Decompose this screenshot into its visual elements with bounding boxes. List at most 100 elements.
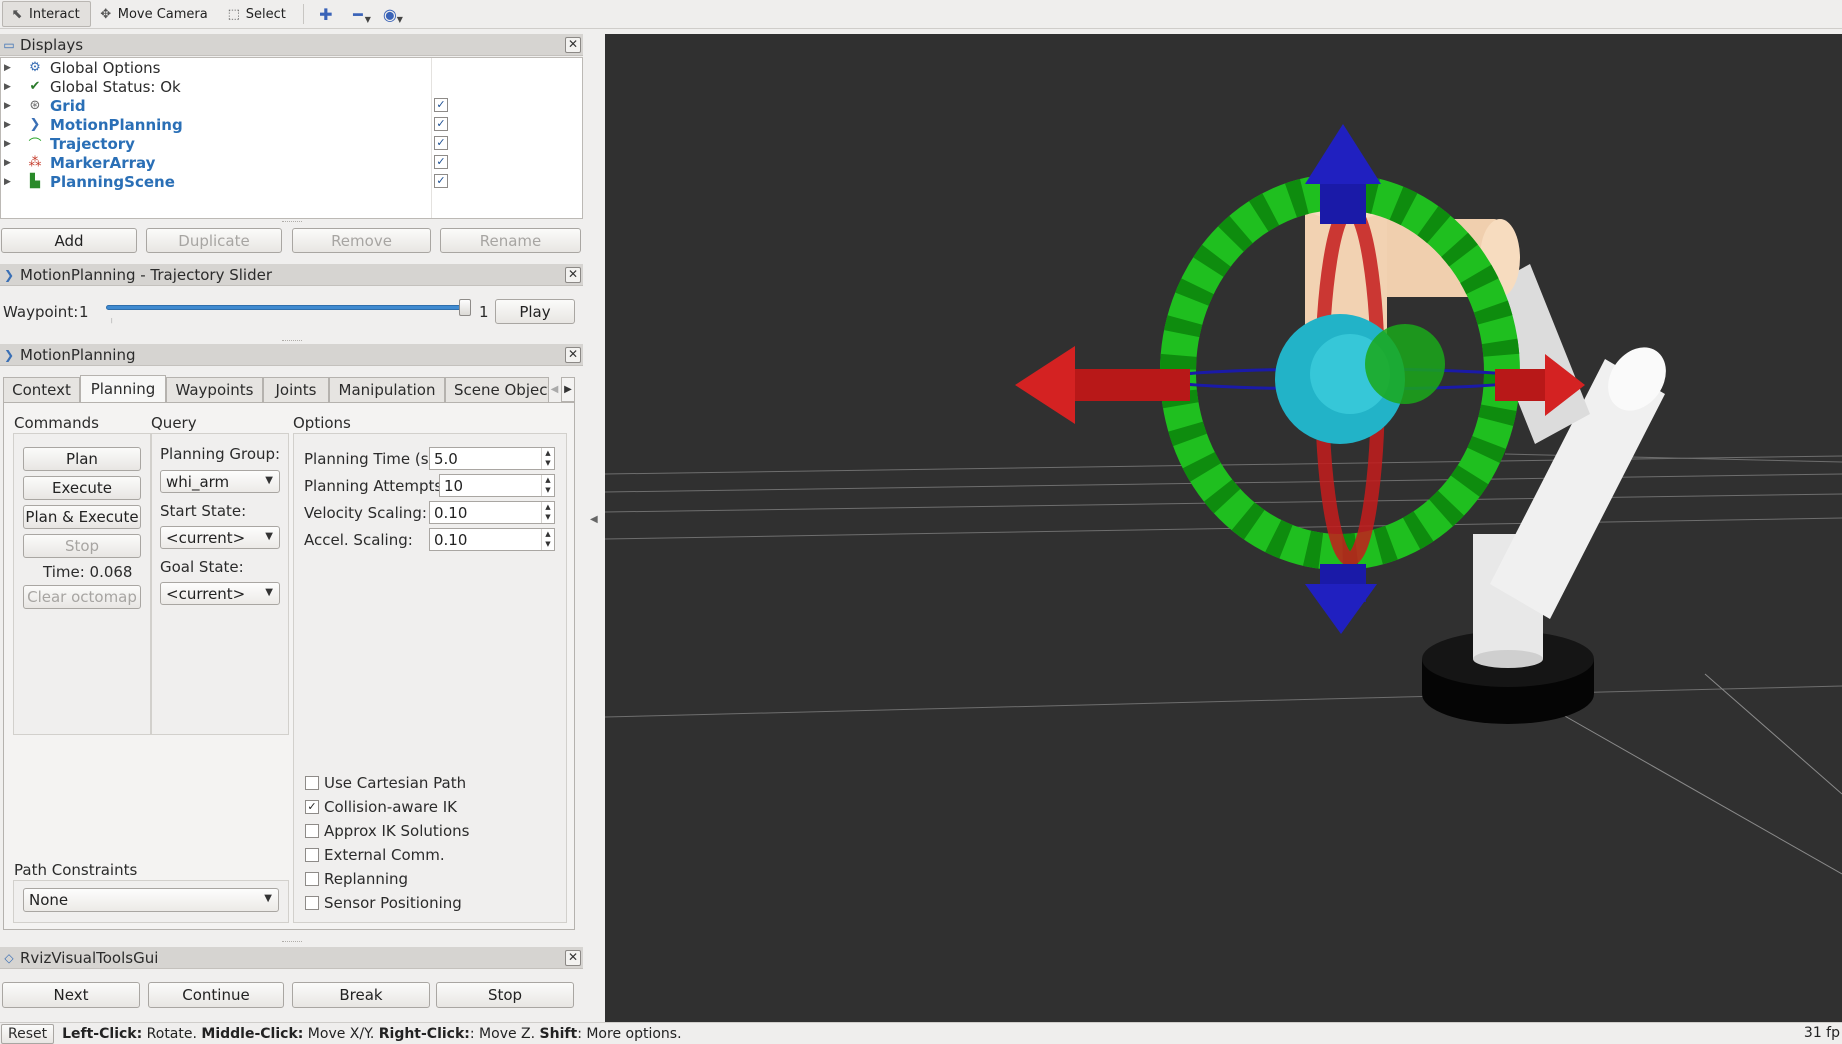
motion-planning-icon: ❯	[3, 347, 15, 362]
3d-viewport[interactable]	[605, 34, 1842, 1022]
interact-tool-button[interactable]: ⬉ Interact	[2, 1, 91, 27]
replanning-checkbox[interactable]	[305, 872, 319, 886]
scene-render	[605, 124, 1842, 875]
remove-display-button[interactable]: Remove	[292, 228, 431, 253]
options-group-label: Options	[293, 414, 351, 432]
chevron-down-icon: ▼	[364, 15, 371, 24]
tab-waypoints[interactable]: Waypoints	[166, 377, 263, 402]
collision-aware-ik-checkbox[interactable]: ✓	[305, 800, 319, 814]
collapse-left-icon[interactable]: ◀	[590, 514, 598, 525]
tab-scroll-right-icon[interactable]: ▶	[561, 377, 575, 402]
spin-arrows-icon[interactable]: ▲ ▼	[541, 475, 554, 496]
start-state-label: Start State:	[160, 502, 247, 520]
plan-button[interactable]: Plan	[23, 447, 141, 471]
clear-octomap-button[interactable]: Clear octomap	[23, 585, 141, 609]
stop-planning-button[interactable]: Stop	[23, 534, 141, 558]
commands-group-label: Commands	[14, 414, 99, 432]
approx-ik-solutions-checkbox[interactable]	[305, 824, 319, 838]
spin-arrows-icon[interactable]: ▲ ▼	[541, 502, 554, 523]
expand-arrow-icon[interactable]: ▶	[4, 63, 14, 73]
add-tool-button[interactable]: ✚	[310, 1, 342, 27]
add-display-button[interactable]: Add	[1, 228, 137, 253]
accel-scaling-spinbox[interactable]: 0.10 ▲ ▼	[429, 528, 555, 551]
tab-context[interactable]: Context	[3, 377, 80, 402]
waypoint-slider-handle[interactable]	[459, 299, 471, 316]
stop-button[interactable]: Stop	[436, 982, 574, 1008]
use-cartesian-path-checkbox[interactable]	[305, 776, 319, 790]
tree-item-planning-scene[interactable]: ▶ ▙ PlanningScene	[1, 172, 582, 191]
chevron-down-icon: ▼	[265, 587, 273, 598]
spin-arrows-icon[interactable]: ▲ ▼	[541, 529, 554, 550]
play-button[interactable]: Play	[495, 299, 575, 324]
expand-arrow-icon[interactable]: ▶	[4, 177, 14, 187]
external-comm-checkbox[interactable]	[305, 848, 319, 862]
expand-arrow-icon[interactable]: ▶	[4, 158, 14, 168]
spin-arrows-icon[interactable]: ▲ ▼	[541, 448, 554, 469]
tree-item-marker-array[interactable]: ▶ ⁂ MarkerArray	[1, 153, 582, 172]
tree-item-trajectory[interactable]: ▶ ⌒ Trajectory	[1, 134, 582, 154]
expand-arrow-icon[interactable]: ▶	[4, 120, 14, 130]
monitor-icon: ▭	[3, 37, 15, 52]
tree-item-grid[interactable]: ▶ ⊛ Grid	[1, 96, 582, 115]
motion-planning-panel-title[interactable]: ❯ MotionPlanning ✕	[0, 344, 583, 366]
break-button[interactable]: Break	[292, 982, 430, 1008]
expand-arrow-icon[interactable]: ▶	[4, 101, 14, 111]
move-camera-tool-button[interactable]: ✥ Move Camera	[91, 1, 219, 27]
start-state-select[interactable]: <current> ▼	[160, 526, 280, 549]
rviz-visual-tools-panel-title[interactable]: ◇ RvizVisualToolsGui ✕	[0, 947, 583, 969]
path-constraints-select[interactable]: None ▼	[23, 888, 279, 912]
planning-tab-content: Commands Plan Execute Plan & Execute Sto…	[3, 402, 575, 930]
planning-attempts-spinbox[interactable]: 10 ▲ ▼	[439, 474, 555, 497]
tab-joints[interactable]: Joints	[263, 377, 329, 402]
planning-scene-enable-checkbox[interactable]: ✓	[434, 174, 448, 188]
splitter-handle[interactable]	[282, 340, 302, 343]
splitter-handle[interactable]	[282, 221, 302, 224]
select-tool-button[interactable]: ⬚ Select	[219, 1, 297, 27]
tree-item-global-options[interactable]: ▶ ⚙ Global Options	[1, 58, 582, 77]
tab-scene-object[interactable]: Scene Object	[445, 377, 549, 402]
select-box-icon: ⬚	[227, 6, 240, 22]
view-tool-button[interactable]: ◉ ▼	[374, 1, 406, 27]
camera-move-icon: ✥	[100, 6, 112, 22]
close-icon[interactable]: ✕	[565, 267, 581, 283]
close-icon[interactable]: ✕	[565, 37, 581, 53]
approx-ik-solutions-label: Approx IK Solutions	[324, 822, 470, 840]
remove-tool-button[interactable]: ━ ▼	[342, 1, 374, 27]
next-button[interactable]: Next	[2, 982, 140, 1008]
tab-manipulation[interactable]: Manipulation	[329, 377, 445, 402]
rename-display-button[interactable]: Rename	[440, 228, 581, 253]
tree-item-motion-planning[interactable]: ▶ ❯ MotionPlanning	[1, 115, 582, 134]
trajectory-enable-checkbox[interactable]: ✓	[434, 136, 448, 150]
velocity-scaling-spinbox[interactable]: 0.10 ▲ ▼	[429, 501, 555, 524]
waypoint-slider-track[interactable]	[106, 305, 471, 310]
continue-button[interactable]: Continue	[148, 982, 284, 1008]
use-cartesian-path-label: Use Cartesian Path	[324, 774, 467, 792]
goal-state-select[interactable]: <current> ▼	[160, 582, 280, 605]
execute-button[interactable]: Execute	[23, 476, 141, 500]
expand-arrow-icon[interactable]: ▶	[4, 139, 14, 149]
status-hint: Left-Click: Rotate. Middle-Click: Move X…	[62, 1025, 682, 1042]
trajectory-slider-panel-title[interactable]: ❯ MotionPlanning - Trajectory Slider ✕	[0, 264, 583, 286]
external-comm-label: External Comm.	[324, 846, 445, 864]
expand-arrow-icon[interactable]: ▶	[4, 82, 14, 92]
planning-time-spinbox[interactable]: 5.0 ▲ ▼	[429, 447, 555, 470]
marker-array-icon: ⁂	[28, 155, 42, 170]
marker-array-enable-checkbox[interactable]: ✓	[434, 155, 448, 169]
tab-planning[interactable]: Planning	[80, 375, 166, 402]
duplicate-display-button[interactable]: Duplicate	[146, 228, 282, 253]
tree-item-global-status[interactable]: ▶ ✔ Global Status: Ok	[1, 77, 582, 96]
planning-group-select[interactable]: whi_arm ▼	[160, 470, 280, 493]
tab-scroll-left-icon[interactable]: ◀	[548, 377, 561, 402]
splitter-handle[interactable]	[282, 941, 302, 944]
displays-panel-title[interactable]: ▭ Displays ✕	[0, 34, 583, 56]
grid-enable-checkbox[interactable]: ✓	[434, 98, 448, 112]
motion-planning-enable-checkbox[interactable]: ✓	[434, 117, 448, 131]
plan-and-execute-button[interactable]: Plan & Execute	[23, 505, 141, 529]
reset-button[interactable]: Reset	[1, 1023, 55, 1044]
motion-planning-icon: ❯	[29, 117, 41, 132]
chevron-down-icon: ▼	[396, 15, 403, 24]
sensor-positioning-checkbox[interactable]	[305, 896, 319, 910]
close-icon[interactable]: ✕	[565, 347, 581, 363]
dock-splitter[interactable]: ◀	[583, 29, 605, 1022]
close-icon[interactable]: ✕	[565, 950, 581, 966]
